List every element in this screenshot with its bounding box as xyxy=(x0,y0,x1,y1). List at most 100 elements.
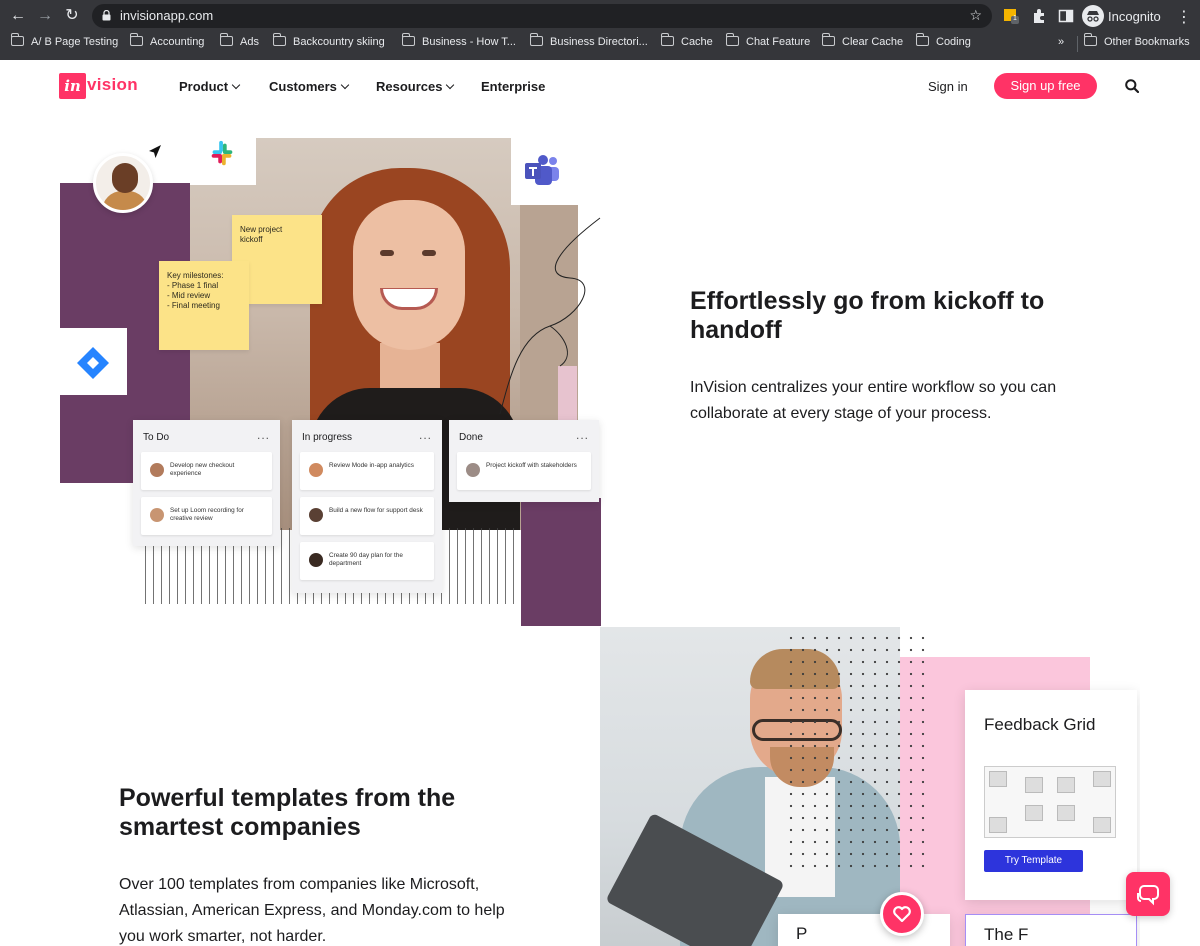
heart-icon xyxy=(893,906,911,922)
template-card[interactable]: Feedback Grid Try Template xyxy=(965,690,1137,900)
folder-icon xyxy=(530,33,543,46)
hero-heading: Effortlessly go from kickoff to handoff xyxy=(690,287,1045,344)
bookmark-item[interactable]: Accounting xyxy=(130,33,204,52)
folder-icon xyxy=(916,33,929,46)
avatar xyxy=(309,553,323,567)
url-text: invisionapp.com xyxy=(120,8,214,23)
bookmark-item[interactable]: Ads xyxy=(220,33,259,52)
bookmark-item[interactable]: Chat Feature xyxy=(726,33,810,52)
folder-icon xyxy=(130,33,143,46)
templates-heading: Powerful templates from the smartest com… xyxy=(119,784,456,841)
sign-in-link[interactable]: Sign in xyxy=(928,79,968,94)
kanban-column-title: Done xyxy=(459,432,483,443)
jira-icon xyxy=(77,347,109,379)
nav-enterprise[interactable]: Enterprise xyxy=(481,79,545,94)
kanban-card: Review Mode in-app analytics xyxy=(300,452,434,490)
kanban-column-todo: To Do ... Develop new checkout experienc… xyxy=(133,420,280,546)
bookmark-item[interactable]: Cache xyxy=(661,33,713,52)
extension-badge: 1 xyxy=(1013,15,1017,22)
browser-chrome: ← → ↻ invisionapp.com ☆ 1 Incognito ⋮ A/… xyxy=(0,0,1200,60)
bookmark-star-icon[interactable]: ☆ xyxy=(969,7,982,24)
chat-widget-button[interactable] xyxy=(1126,872,1170,916)
avatar xyxy=(466,463,480,477)
folder-icon xyxy=(402,33,415,46)
kanban-card: Build a new flow for support desk xyxy=(300,497,434,535)
avatar xyxy=(150,508,164,522)
bookmark-item[interactable]: Business Directori... xyxy=(530,33,648,52)
nav-customers[interactable]: Customers xyxy=(269,79,350,94)
forward-icon[interactable]: → xyxy=(35,7,55,25)
bookmarks-overflow-button[interactable]: » xyxy=(1058,36,1064,48)
chevron-down-icon xyxy=(446,80,455,90)
templates-description: Over 100 templates from companies like M… xyxy=(119,876,505,945)
more-options-icon: ... xyxy=(575,428,589,442)
reload-icon[interactable]: ↻ xyxy=(62,7,82,25)
avatar xyxy=(150,463,164,477)
slack-icon xyxy=(211,140,233,166)
kanban-column-done: Done ... Project kickoff with stakeholde… xyxy=(449,420,599,502)
nav-resources[interactable]: Resources xyxy=(376,79,455,94)
other-bookmarks[interactable]: Other Bookmarks xyxy=(1084,33,1190,52)
chat-bubble-icon xyxy=(1137,885,1159,906)
site-header: in vision Product Customers Resources En… xyxy=(0,60,1200,112)
folder-icon xyxy=(1084,33,1097,46)
kanban-card: Create 90 day plan for the department xyxy=(300,542,434,580)
hero-collage: New project kickoff Key milestones: - Ph… xyxy=(60,138,601,628)
templates-visual: Feedback Grid Try Template P The F xyxy=(600,627,1140,946)
kanban-card: Set up Loom recording for creative revie… xyxy=(141,497,272,535)
browser-menu-icon[interactable]: ⋮ xyxy=(1176,7,1192,27)
purple-block-bottom xyxy=(521,498,601,626)
template-card-title: Feedback Grid xyxy=(984,715,1096,734)
bookmark-item[interactable]: Backcountry skiing xyxy=(273,33,385,52)
search-icon[interactable] xyxy=(1125,79,1139,93)
kanban-column-in-progress: In progress ... Review Mode in-app analy… xyxy=(292,420,442,593)
folder-icon xyxy=(726,33,739,46)
folder-icon xyxy=(220,33,233,46)
more-options-icon: ... xyxy=(418,428,432,442)
more-options-icon: ... xyxy=(256,428,270,442)
template-card[interactable]: P xyxy=(778,914,950,946)
avatar xyxy=(309,463,323,477)
bookmark-item[interactable]: Business - How T... xyxy=(402,33,516,52)
folder-icon xyxy=(822,33,835,46)
chevron-down-icon xyxy=(340,80,350,90)
cursor-arrow-icon xyxy=(149,145,161,158)
incognito-icon xyxy=(1082,5,1104,27)
kanban-card: Project kickoff with stakeholders xyxy=(457,452,591,490)
try-template-button[interactable]: Try Template xyxy=(984,850,1083,872)
back-icon[interactable]: ← xyxy=(8,7,28,25)
kanban-column-title: To Do xyxy=(143,432,170,443)
logo-mark: in xyxy=(59,73,86,99)
chevron-down-icon xyxy=(231,80,241,90)
bookmark-item[interactable]: A/ B Page Testing xyxy=(11,33,118,52)
kanban-column-title: In progress xyxy=(302,432,353,443)
logo-wordmark: vision xyxy=(87,75,138,94)
bookmark-item[interactable]: Clear Cache xyxy=(822,33,903,52)
nav-product[interactable]: Product xyxy=(179,79,241,94)
incognito-label: Incognito xyxy=(1108,9,1161,24)
bookmarks-bar: A/ B Page Testing Accounting Ads Backcou… xyxy=(0,33,1200,55)
hero-description: InVision centralizes your entire workflo… xyxy=(690,379,1057,422)
folder-icon xyxy=(11,33,24,46)
bookmarks-divider xyxy=(1077,36,1078,52)
address-bar[interactable]: invisionapp.com ☆ xyxy=(92,4,992,28)
avatar xyxy=(309,508,323,522)
template-thumbnail xyxy=(984,766,1116,838)
avatar xyxy=(93,153,153,213)
lock-icon xyxy=(102,10,111,21)
template-card[interactable]: The F xyxy=(965,914,1137,946)
incognito-indicator[interactable]: Incognito xyxy=(1082,5,1161,27)
folder-icon xyxy=(273,33,286,46)
bookmark-item[interactable]: Coding xyxy=(916,33,971,52)
folder-icon xyxy=(661,33,674,46)
kanban-card: Develop new checkout experience xyxy=(141,452,272,490)
microsoft-teams-icon xyxy=(525,155,559,185)
favorite-button[interactable] xyxy=(880,892,924,936)
sticky-note: Key milestones: - Phase 1 final - Mid re… xyxy=(159,261,249,350)
sticky-extension-icon[interactable]: 1 xyxy=(1003,8,1019,24)
sign-up-button[interactable]: Sign up free xyxy=(994,73,1097,99)
squiggle-line xyxy=(499,217,601,415)
side-panel-icon[interactable] xyxy=(1058,8,1074,24)
extensions-puzzle-icon[interactable] xyxy=(1031,8,1047,24)
browser-toolbar: ← → ↻ invisionapp.com ☆ 1 Incognito ⋮ xyxy=(0,0,1200,32)
